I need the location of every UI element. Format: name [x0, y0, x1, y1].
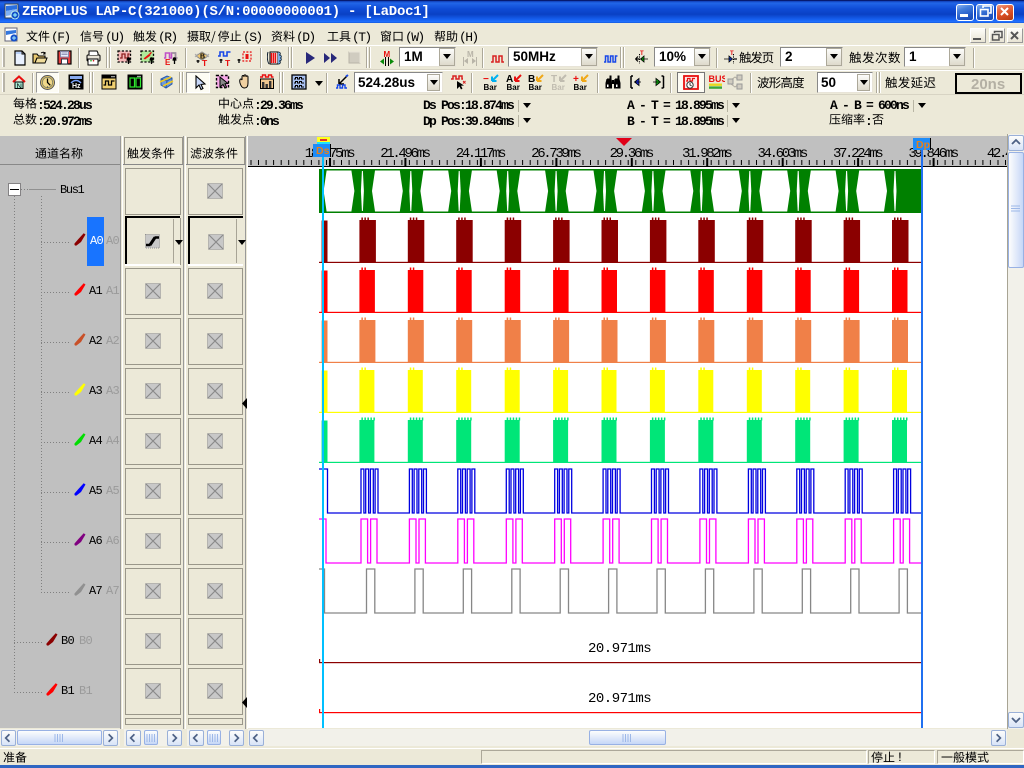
svg-text:Bar: Bar — [574, 83, 587, 90]
svg-text:E: E — [165, 58, 171, 66]
svg-text:M: M — [467, 50, 474, 59]
svg-text:Bar: Bar — [529, 83, 542, 90]
svg-text:Bar: Bar — [552, 83, 565, 90]
svg-text:T: T — [202, 58, 208, 66]
svg-text:Bar: Bar — [507, 83, 520, 90]
svg-text:N: N — [17, 82, 22, 91]
svg-text:M: M — [384, 50, 391, 59]
svg-text:Hz: Hz — [72, 83, 81, 90]
svg-text:Bar: Bar — [484, 83, 497, 90]
svg-text:T: T — [225, 58, 231, 66]
svg-text:BUS: BUS — [709, 74, 726, 84]
